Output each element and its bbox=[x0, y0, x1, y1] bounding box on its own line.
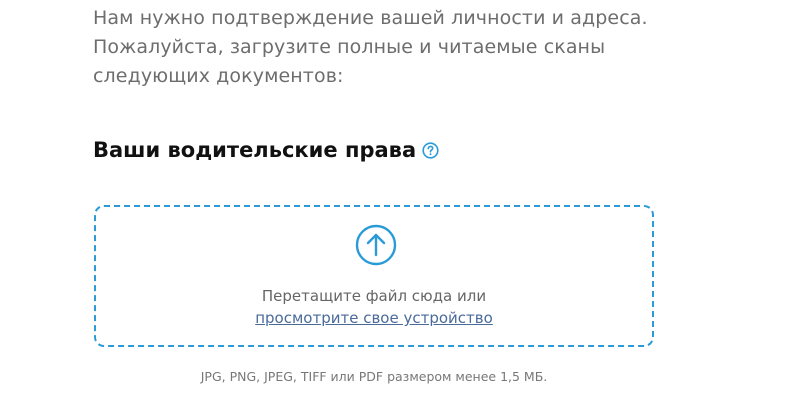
browse-device-link[interactable]: просмотрите свое устройство bbox=[255, 309, 493, 327]
intro-text: Нам нужно подтверждение вашей личности и… bbox=[93, 7, 648, 87]
drop-instructions: Перетащите файл сюда или bbox=[261, 287, 487, 305]
help-question-icon[interactable] bbox=[422, 141, 439, 159]
section-title-label: Ваши водительские права bbox=[93, 138, 417, 162]
file-format-hint: JPG, PNG, JPEG, TIFF или PDF размером ме… bbox=[200, 369, 548, 384]
section-title: Ваши водительские права bbox=[93, 135, 439, 165]
file-dropzone[interactable]: Перетащите файл сюда или просмотрите сво… bbox=[94, 205, 654, 347]
upload-arrow-icon bbox=[355, 224, 397, 266]
